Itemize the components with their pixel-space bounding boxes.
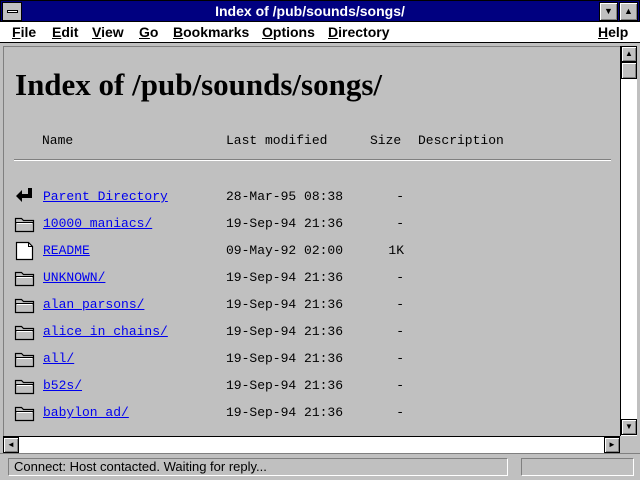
column-header-name: Name	[42, 133, 74, 148]
vertical-scroll-thumb[interactable]	[621, 62, 637, 79]
entry-link[interactable]: README	[43, 244, 90, 258]
directory-entry-unknown: UNKNOWN/19-Sep-94 21:36 -	[4, 268, 621, 288]
entry-size: -	[396, 216, 404, 231]
entry-link[interactable]: Parent Directory	[43, 190, 168, 204]
minimize-button[interactable]: ▼	[599, 2, 618, 21]
status-text: Connect: Host contacted. Waiting for rep…	[8, 458, 508, 476]
entry-link[interactable]: all/	[43, 352, 74, 366]
directory-entry-alice-in-chains: alice in chains/19-Sep-94 21:36 -	[4, 322, 621, 342]
scroll-right-button[interactable]: ►	[604, 437, 620, 453]
folder-icon[interactable]	[14, 376, 36, 396]
entry-size: -	[396, 351, 404, 366]
folder-icon[interactable]	[14, 349, 36, 369]
column-header-description: Description	[418, 133, 504, 148]
entry-link[interactable]: b52s/	[43, 379, 82, 393]
directory-entry-babylon-ad: babylon ad/19-Sep-94 21:36 -	[4, 403, 621, 423]
scroll-left-button[interactable]: ◄	[3, 437, 19, 453]
document-view[interactable]: Index of /pub/sounds/songs/ Name Last mo…	[3, 46, 621, 437]
entry-size: -	[396, 297, 404, 312]
entry-size: -	[396, 405, 404, 420]
entry-last-modified: 19-Sep-94 21:36	[226, 378, 344, 393]
scrollbar-corner	[620, 436, 637, 453]
directory-entry-readme: README 09-May-92 02:00 1K	[4, 241, 621, 261]
maximize-button[interactable]: ▲	[619, 2, 638, 21]
folder-icon[interactable]	[14, 322, 36, 342]
directory-entry-all: all/19-Sep-94 21:36 -	[4, 349, 621, 369]
page-title: Index of /pub/sounds/songs/	[15, 67, 383, 102]
entry-last-modified: 19-Sep-94 21:36	[226, 297, 344, 312]
menu-go[interactable]: Go	[139, 23, 158, 41]
title-bar: Index of /pub/sounds/songs/ ▼ ▲	[0, 0, 640, 22]
menu-bar: File Edit View Go Bookmarks Options Dire…	[0, 22, 640, 43]
menu-view[interactable]: View	[92, 23, 124, 41]
progress-indicator	[521, 458, 634, 476]
directory-entry-10000-maniacs: 10000 maniacs/19-Sep-94 21:36 -	[4, 214, 621, 234]
folder-icon[interactable]	[14, 268, 36, 288]
menu-edit[interactable]: Edit	[52, 23, 78, 41]
entry-last-modified: 19-Sep-94 21:36	[226, 405, 344, 420]
entry-last-modified: 28-Mar-95 08:38	[226, 189, 344, 204]
folder-icon[interactable]	[14, 295, 36, 315]
status-bar: Connect: Host contacted. Waiting for rep…	[0, 453, 640, 480]
folder-icon[interactable]	[14, 403, 36, 423]
window-title: Index of /pub/sounds/songs/	[215, 3, 405, 19]
menu-help[interactable]: Help	[598, 23, 628, 41]
entry-size: -	[396, 270, 404, 285]
entry-size: 1K	[388, 243, 404, 258]
entry-link[interactable]: UNKNOWN/	[43, 271, 105, 285]
folder-icon[interactable]	[14, 214, 36, 234]
directory-entry-b52s: b52s/19-Sep-94 21:36 -	[4, 376, 621, 396]
horizontal-rule	[14, 159, 611, 161]
system-menu-icon	[7, 10, 18, 13]
menu-directory[interactable]: Directory	[328, 23, 389, 41]
scroll-down-button[interactable]: ▼	[621, 419, 637, 435]
entry-link[interactable]: alice in chains/	[43, 325, 168, 339]
entry-last-modified: 19-Sep-94 21:36	[226, 216, 344, 231]
entry-size: -	[396, 324, 404, 339]
entry-last-modified: 19-Sep-94 21:36	[226, 324, 344, 339]
entry-link[interactable]: 10000 maniacs/	[43, 217, 152, 231]
vertical-scrollbar[interactable]: ▲ ▼	[620, 46, 637, 436]
directory-entry-parent-directory: Parent Directory 28-Mar-95 08:38 -	[4, 187, 621, 207]
entry-link[interactable]: alan parsons/	[43, 298, 144, 312]
back-arrow-icon[interactable]	[14, 187, 36, 207]
scroll-up-button[interactable]: ▲	[621, 46, 637, 62]
menu-file[interactable]: File	[12, 23, 36, 41]
system-menu-button[interactable]	[2, 2, 22, 21]
entry-size: -	[396, 189, 404, 204]
directory-entry-alan-parsons: alan parsons/19-Sep-94 21:36 -	[4, 295, 621, 315]
entry-size: -	[396, 378, 404, 393]
column-header-last-modified: Last modified	[226, 133, 328, 148]
menu-options[interactable]: Options	[262, 23, 315, 41]
entry-last-modified: 19-Sep-94 21:36	[226, 270, 344, 285]
column-header-size: Size	[370, 133, 402, 148]
entry-last-modified: 09-May-92 02:00	[226, 243, 344, 258]
menu-bookmarks[interactable]: Bookmarks	[173, 23, 249, 41]
entry-link[interactable]: babylon ad/	[43, 406, 129, 420]
entry-last-modified: 19-Sep-94 21:36	[226, 351, 344, 366]
horizontal-scrollbar[interactable]: ◄ ►	[3, 436, 620, 453]
document-icon[interactable]	[14, 241, 36, 261]
